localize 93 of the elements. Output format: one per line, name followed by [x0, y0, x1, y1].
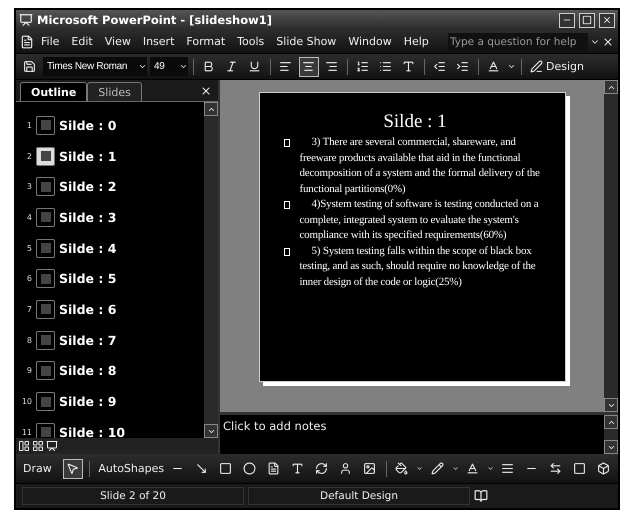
outline-title[interactable]: Silde : 10	[59, 424, 126, 438]
bullet-icon	[284, 248, 290, 256]
bullet-text: 4)System testing of software is testing conducted on a complete, integrated system to evaluate the system's compliance with its specified requirements(60%)	[300, 197, 540, 243]
pane-tab[interactable]: Slides	[87, 82, 142, 101]
slide-number: 1	[26, 120, 32, 130]
caret-icon	[138, 62, 147, 71]
slide-count: Slide 2 of 20	[22, 487, 244, 505]
slide-sorter-icon	[32, 440, 44, 452]
outline-title[interactable]: Silde : 0	[59, 118, 116, 133]
menu-item[interactable]: View	[100, 33, 136, 50]
save-icon	[23, 60, 36, 73]
close-icon	[200, 85, 212, 97]
menu-item[interactable]: Help	[398, 33, 434, 50]
document-icon	[20, 34, 34, 48]
underline-icon	[248, 60, 261, 73]
slide-number: 5	[26, 244, 32, 253]
bullet-icon	[284, 201, 290, 209]
spelling-icon	[474, 489, 488, 503]
font-color-icon	[487, 60, 500, 73]
menu-item[interactable]: File	[36, 33, 64, 50]
bullet-text: 5) System testing falls within the scope of black box testing, and as such, should require no knowledge of the inner design of the code or logic(25%)	[300, 244, 536, 290]
bullet-icon	[284, 139, 290, 147]
slide-number: 8	[26, 336, 32, 345]
outline-title[interactable]: Silde : 9	[59, 394, 116, 410]
menu-item[interactable]: Window	[343, 33, 397, 50]
align-center-icon	[302, 60, 315, 73]
slide-number: 10	[20, 397, 32, 406]
menu-item[interactable]: Slide Show	[271, 33, 342, 50]
help-search-field[interactable]: Type a question for help	[448, 32, 588, 50]
slide-number: 9	[26, 366, 32, 376]
italic-icon	[225, 60, 238, 73]
close-icon	[602, 15, 612, 25]
picture-icon	[362, 462, 376, 475]
font-name-field[interactable]: Times New Roman	[43, 57, 147, 76]
slide-show-icon	[46, 440, 58, 452]
select-icon	[66, 462, 79, 475]
align-center-button[interactable]	[299, 56, 319, 76]
bold-icon	[202, 60, 215, 73]
menu-item[interactable]: Edit	[66, 33, 98, 50]
slide-number: 3	[26, 182, 32, 192]
close-icon	[602, 36, 614, 48]
oval-icon	[242, 462, 256, 475]
align-right-icon	[325, 60, 338, 73]
outline-title[interactable]: Silde : 4	[59, 240, 116, 256]
decrease-indent-icon	[433, 60, 446, 73]
bullets-icon	[379, 60, 392, 73]
arrow-icon	[194, 462, 208, 475]
menu-item[interactable]: Tools	[232, 33, 270, 50]
normal-view-icon	[18, 440, 30, 452]
outline-title[interactable]: Silde : 2	[59, 179, 116, 194]
outline-title[interactable]: Silde : 8	[59, 363, 116, 378]
outline-title[interactable]: Silde : 1	[59, 148, 116, 164]
autoshapes-menu-button[interactable]: AutoShapes	[95, 458, 164, 478]
slide-number: 4	[26, 212, 32, 222]
line-style-icon	[500, 462, 514, 475]
outline-title[interactable]: Silde : 6	[59, 302, 116, 317]
minimize-button[interactable]	[559, 12, 575, 28]
outline-title[interactable]: Silde : 5	[59, 271, 116, 286]
pane-tab[interactable]: Outline	[20, 82, 88, 101]
scrollbar[interactable]	[604, 80, 618, 412]
slide-title: Silde : 1	[382, 111, 448, 133]
maximize-button[interactable]	[579, 12, 595, 28]
slide-number: 2	[26, 152, 32, 161]
arrow-style-icon	[548, 462, 562, 475]
window-title: Microsoft PowerPoint - [slideshow1]	[37, 13, 274, 27]
select-button[interactable]	[62, 458, 83, 478]
increase-indent-icon	[456, 60, 469, 73]
menu-item[interactable]: Format	[181, 33, 230, 50]
numbering-icon	[356, 60, 369, 73]
slide-number: 7	[26, 304, 32, 314]
slide-icon[interactable]	[36, 146, 55, 166]
font-color-icon	[466, 462, 479, 475]
rectangle-icon	[218, 462, 232, 475]
outline-title[interactable]: Silde : 3	[59, 210, 116, 225]
bullet-text: 3) There are several commercial, shareware, and freeware products available that aid in the functional decomposition of a system and the formal delivery of the functional partitions(0%)	[300, 135, 541, 196]
maximize-icon	[582, 15, 592, 25]
slide-number: 6	[26, 274, 32, 284]
slide-number: 11	[20, 428, 32, 437]
outline-title[interactable]: Silde : 7	[59, 332, 116, 348]
scrollbar[interactable]	[604, 415, 618, 454]
design-button[interactable]: Design	[527, 56, 587, 76]
align-left-icon	[279, 60, 292, 73]
app-icon	[19, 13, 33, 27]
caret-icon	[179, 62, 188, 71]
text-box-icon	[266, 462, 280, 475]
fill-color-icon	[395, 462, 408, 475]
font-size-field[interactable]: 49	[150, 57, 188, 76]
menu-item[interactable]: Insert	[138, 33, 180, 50]
caret-icon	[507, 62, 516, 71]
close-button[interactable]	[599, 12, 615, 28]
scrollbar[interactable]	[204, 102, 218, 438]
draw-menu-button[interactable]: Draw	[20, 458, 59, 478]
design-name: Default Design	[248, 487, 470, 505]
